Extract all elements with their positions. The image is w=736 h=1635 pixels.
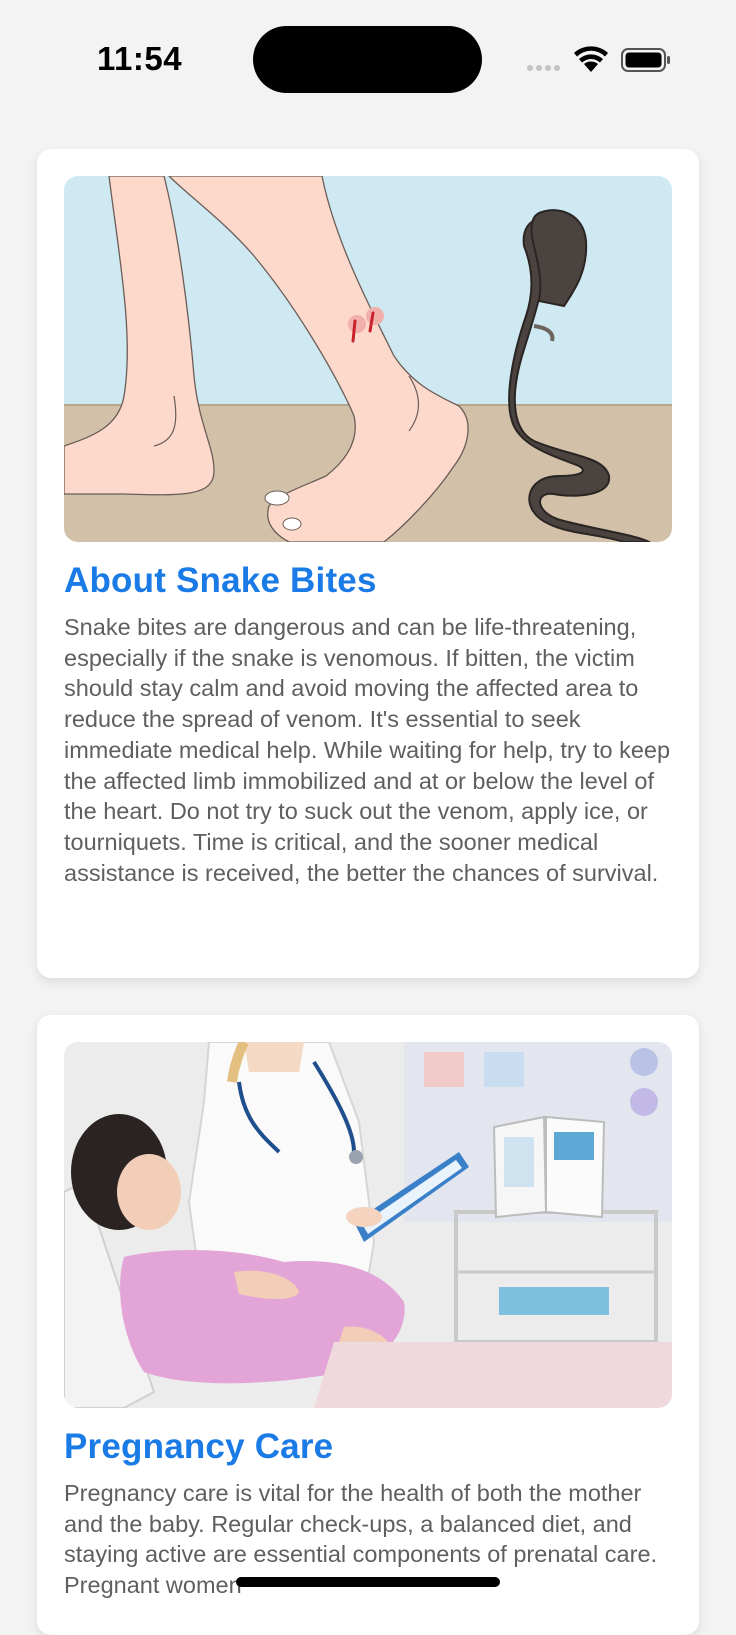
card-title: Pregnancy Care: [64, 1427, 334, 1466]
card-title: About Snake Bites: [64, 561, 377, 600]
home-indicator[interactable]: [236, 1577, 500, 1587]
wifi-icon: [574, 46, 608, 72]
battery-icon: [621, 48, 670, 72]
card-snake-bites[interactable]: About Snake Bites Snake bites are danger…: [37, 149, 699, 978]
card-pregnancy-care[interactable]: Pregnancy Care Pregnancy care is vital f…: [37, 1015, 699, 1635]
status-time: 11:54: [97, 40, 183, 77]
card-description: Snake bites are dangerous and can be lif…: [64, 614, 671, 886]
dynamic-island: [253, 26, 482, 93]
pregnancy-care-photo: [64, 1042, 672, 1408]
status-icons: [527, 44, 672, 74]
snake-bite-illustration: [64, 176, 672, 542]
signal-dots-icon: [527, 65, 560, 71]
status-bar: 11:54: [0, 0, 736, 120]
